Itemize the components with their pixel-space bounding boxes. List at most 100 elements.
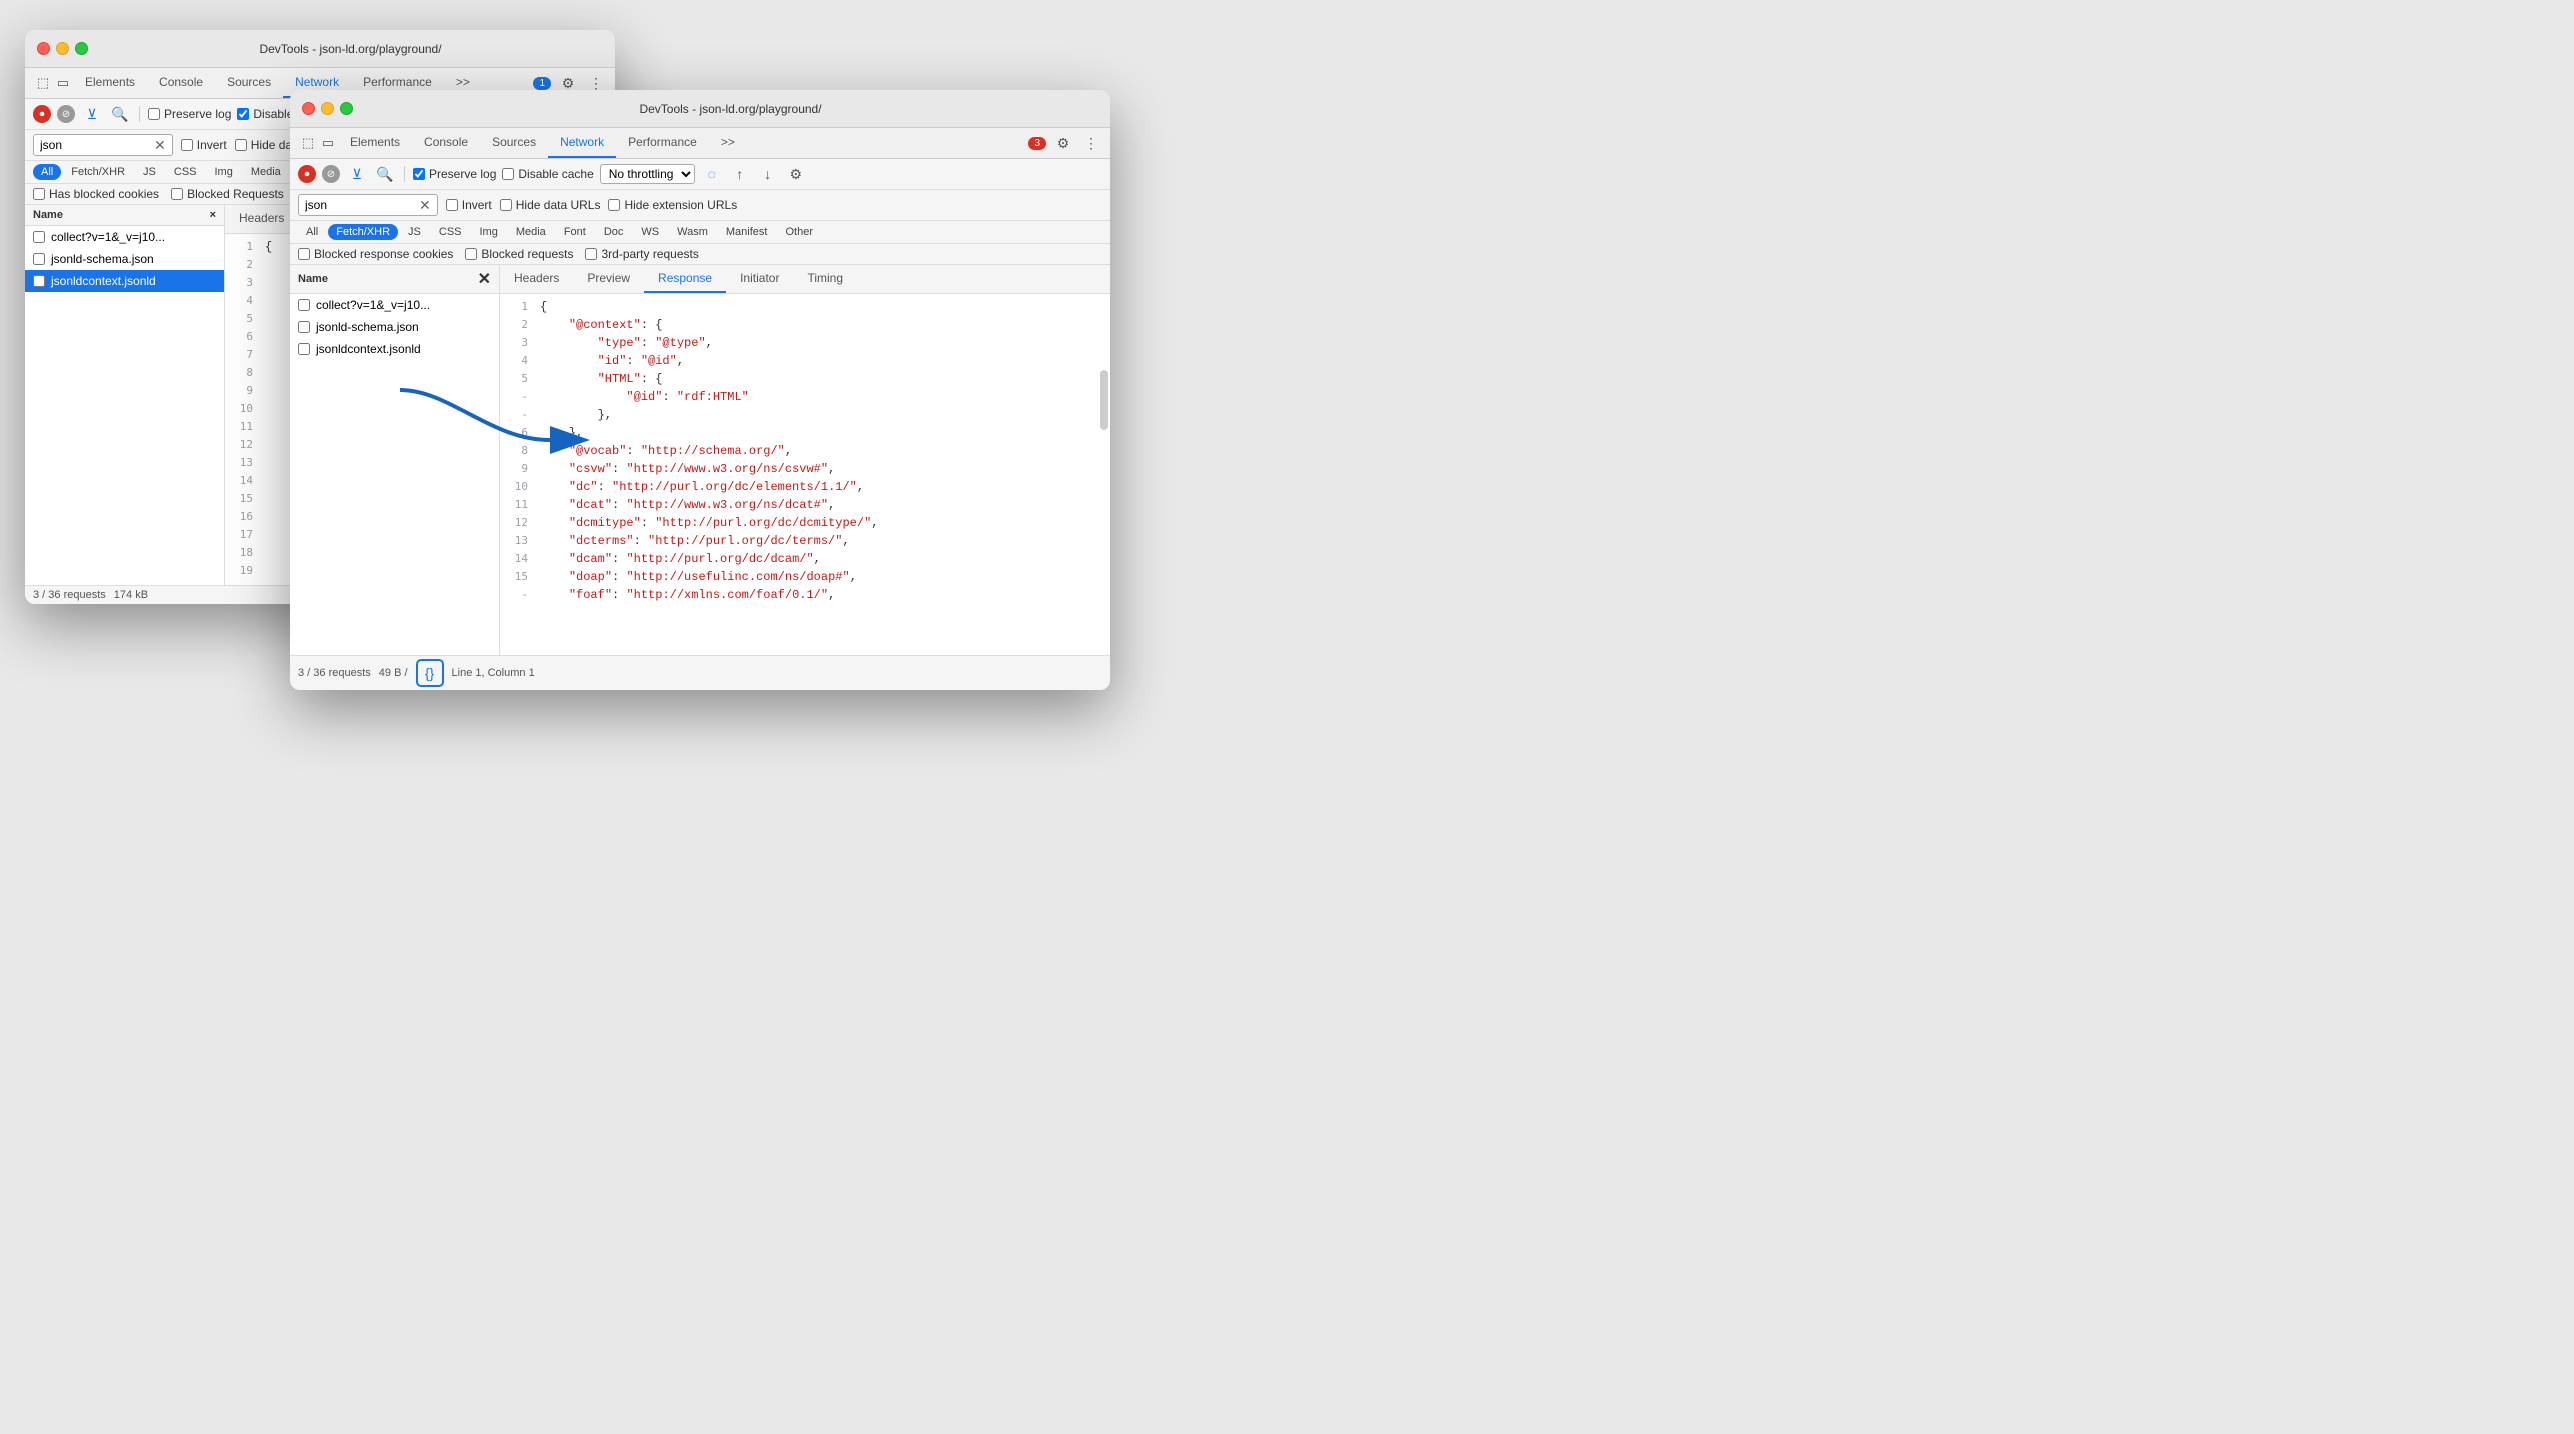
filter-font-front[interactable]: Font [556,224,594,240]
filter-fetchxhr-front[interactable]: Fetch/XHR [328,224,398,240]
hide-extension-urls-label-front[interactable]: Hide extension URLs [608,198,737,212]
hide-data-urls-checkbox-back[interactable] [235,139,247,151]
blocked-cookies-check-back[interactable] [33,188,45,200]
file-check-back-2[interactable] [33,275,45,287]
clear-btn-front[interactable]: ⊘ [322,165,340,183]
file-item-front-1[interactable]: jsonld-schema.json [290,316,499,338]
tab-elements-back[interactable]: Elements [73,68,147,98]
third-party-label-front[interactable]: 3rd-party requests [585,247,698,261]
search-clear-front[interactable]: ✕ [419,197,431,214]
filter-ws-front[interactable]: WS [633,224,667,240]
record-stop-btn-front[interactable]: ⏺ [298,165,316,183]
device-icon-back[interactable]: ▭ [53,73,73,93]
search-box-front[interactable]: ✕ [298,194,438,216]
inspect-icon-back[interactable]: ⬚ [33,73,53,93]
third-party-check-front[interactable] [585,248,597,260]
close-panel-btn-front[interactable]: ✕ [478,269,491,289]
disable-cache-checkbox-back[interactable] [237,108,249,120]
filter-media-back[interactable]: Media [243,164,289,180]
settings2-icon-front[interactable]: ⚙ [785,163,807,185]
upload-icon-front[interactable]: ↑ [729,163,751,185]
hide-extension-urls-checkbox-front[interactable] [608,199,620,211]
tab-console-back[interactable]: Console [147,68,215,98]
device-icon-front[interactable]: ▭ [318,133,338,153]
tab-preview-front[interactable]: Preview [573,265,644,293]
close-button-front[interactable] [302,102,315,115]
fullscreen-button-front[interactable] [340,102,353,115]
close-button-back[interactable] [37,42,50,55]
invert-label-front[interactable]: Invert [446,198,492,212]
code-view-front[interactable]: 1 { 2 "@context": { 3 "type": "@type", 4… [500,294,1110,655]
tab-headers-front[interactable]: Headers [500,265,573,293]
format-json-btn-front[interactable]: {} [416,659,444,687]
file-check-back-1[interactable] [33,253,45,265]
more-icon-front[interactable]: ⋮ [1080,132,1102,154]
file-item-front-0[interactable]: collect?v=1&_v=j10... [290,294,499,316]
filter-js-back[interactable]: JS [135,164,164,180]
preserve-log-checkbox-front[interactable] [413,168,425,180]
file-item-back-1[interactable]: jsonld-schema.json [25,248,224,270]
filter-img-back[interactable]: Img [207,164,241,180]
close-panel-btn-back[interactable]: × [210,209,216,221]
filter-img-front[interactable]: Img [472,224,506,240]
blocked-requests-check-back[interactable] [171,188,183,200]
tab-sources-back[interactable]: Sources [215,68,283,98]
file-check-front-1[interactable] [298,321,310,333]
minimize-button-front[interactable] [321,102,334,115]
tab-performance-front[interactable]: Performance [616,128,709,158]
search-input-back[interactable] [40,138,150,152]
search-icon-front[interactable]: 🔍 [374,163,396,185]
search-input-front[interactable] [305,198,415,212]
file-item-front-2[interactable]: jsonldcontext.jsonld [290,338,499,360]
file-check-front-2[interactable] [298,343,310,355]
filter-media-front[interactable]: Media [508,224,554,240]
tab-console-front[interactable]: Console [412,128,480,158]
search-icon-back[interactable]: 🔍 [109,103,131,125]
filter-js-front[interactable]: JS [400,224,429,240]
filter-manifest-front[interactable]: Manifest [718,224,776,240]
tab-headers-back[interactable]: Headers [225,205,298,233]
disable-cache-checkbox-front[interactable] [502,168,514,180]
tab-network-front[interactable]: Network [548,128,616,158]
filter-fetchxhr-back[interactable]: Fetch/XHR [63,164,133,180]
search-box-back[interactable]: ✕ [33,134,173,156]
minimize-button-back[interactable] [56,42,69,55]
disable-cache-label-front[interactable]: Disable cache [502,167,593,181]
filter-icon-back[interactable]: ⊻ [81,103,103,125]
wifi-icon-front[interactable]: ◌ [701,163,723,185]
throttle-select-front[interactable]: No throttling [600,164,695,184]
filter-icon-front[interactable]: ⊻ [346,163,368,185]
blocked-resp-cookies-check-front[interactable] [298,248,310,260]
file-item-back-0[interactable]: collect?v=1&_v=j10... [25,226,224,248]
blocked-requests-check-front[interactable] [465,248,477,260]
file-item-back-2[interactable]: jsonldcontext.jsonld [25,270,224,292]
tab-sources-front[interactable]: Sources [480,128,548,158]
file-check-front-0[interactable] [298,299,310,311]
fullscreen-button-back[interactable] [75,42,88,55]
clear-btn-back[interactable]: ⊘ [57,105,75,123]
blocked-cookies-label-back[interactable]: Has blocked cookies [33,187,159,201]
settings-icon-front[interactable]: ⚙ [1052,132,1074,154]
hide-data-urls-checkbox-front[interactable] [500,199,512,211]
hide-data-urls-label-front[interactable]: Hide data URLs [500,198,601,212]
filter-all-front[interactable]: All [298,224,326,240]
filter-css-front[interactable]: CSS [431,224,470,240]
filter-other-front[interactable]: Other [777,224,821,240]
preserve-log-checkbox-back[interactable] [148,108,160,120]
file-check-back-0[interactable] [33,231,45,243]
blocked-requests-label-back[interactable]: Blocked Requests [171,187,284,201]
filter-wasm-front[interactable]: Wasm [669,224,716,240]
filter-css-back[interactable]: CSS [166,164,205,180]
download-icon-front[interactable]: ↓ [757,163,779,185]
preserve-log-label-back[interactable]: Preserve log [148,107,231,121]
scrollbar-thumb-front[interactable] [1100,370,1108,430]
invert-label-back[interactable]: Invert [181,138,227,152]
tab-timing-front[interactable]: Timing [793,265,857,293]
search-clear-back[interactable]: ✕ [154,137,166,154]
preserve-log-label-front[interactable]: Preserve log [413,167,496,181]
tab-response-front[interactable]: Response [644,265,726,293]
tab-more-front[interactable]: >> [709,128,747,158]
inspect-icon-front[interactable]: ⬚ [298,133,318,153]
blocked-resp-cookies-label-front[interactable]: Blocked response cookies [298,247,453,261]
tab-elements-front[interactable]: Elements [338,128,412,158]
